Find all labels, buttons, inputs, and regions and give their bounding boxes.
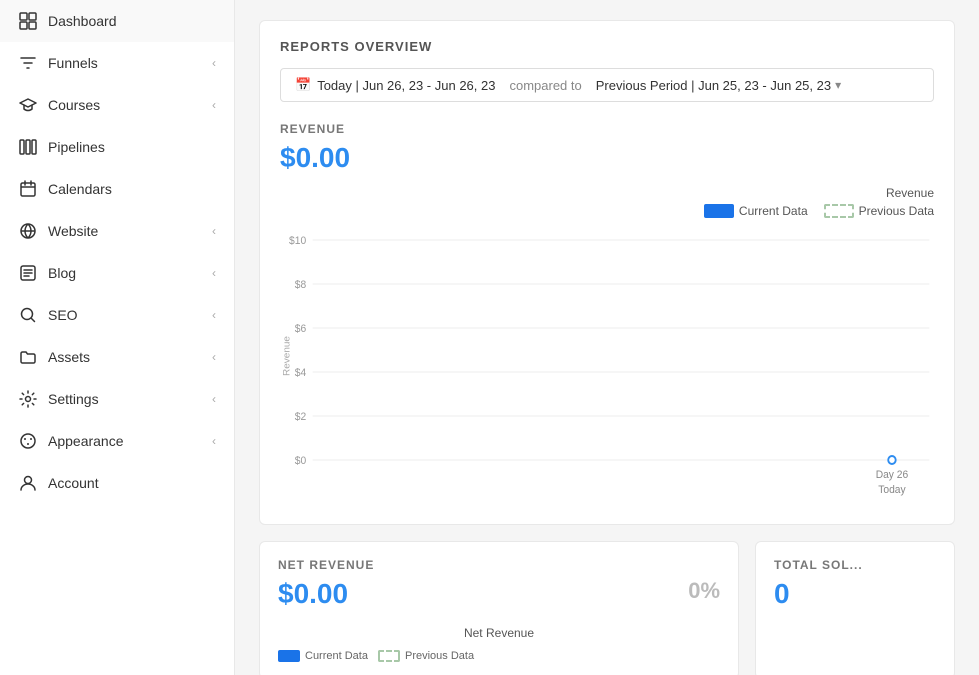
sidebar-item-appearance[interactable]: Appearance ‹: [0, 420, 234, 462]
reports-overview-card: REPORTS OVERVIEW 📅 Today | Jun 26, 23 - …: [259, 20, 955, 525]
chevron-icon: ‹: [212, 98, 216, 112]
compared-to-label: compared to: [509, 78, 581, 93]
svg-text:Revenue: Revenue: [282, 336, 293, 376]
period-select-button[interactable]: Previous Period | Jun 25, 23 - Jun 25, 2…: [596, 78, 841, 93]
mini-legend: Current Data Previous Data: [278, 650, 720, 662]
sidebar-item-label: Appearance: [48, 433, 124, 449]
sidebar-item-label: Website: [48, 223, 98, 239]
grid-icon: [18, 11, 38, 31]
svg-text:$10: $10: [289, 235, 306, 247]
svg-text:$8: $8: [295, 279, 306, 291]
sidebar-item-website[interactable]: Website ‹: [0, 210, 234, 252]
bottom-row: NET REVENUE $0.00 0% Net Revenue Current…: [259, 541, 955, 675]
legend-current: Current Data: [704, 204, 808, 218]
sidebar: Dashboard Funnels ‹ Courses ‹: [0, 0, 235, 675]
total-sold-card: TOTAL SOL... 0: [755, 541, 955, 675]
chevron-icon: ‹: [212, 434, 216, 448]
main-content: REPORTS OVERVIEW 📅 Today | Jun 26, 23 - …: [235, 0, 979, 675]
sidebar-item-label: Calendars: [48, 181, 112, 197]
data-point: [888, 456, 895, 464]
sidebar-item-seo[interactable]: SEO ‹: [0, 294, 234, 336]
search-icon: [18, 305, 38, 325]
chart-label: Revenue: [280, 186, 934, 200]
legend-current-label: Current Data: [739, 204, 808, 218]
mini-current-label: Current Data: [305, 650, 368, 662]
mini-solid-box: [278, 650, 300, 662]
folder-icon: [18, 347, 38, 367]
revenue-section: REVENUE $0.00 Revenue Current Data Previ…: [280, 122, 934, 506]
sidebar-item-label: Account: [48, 475, 99, 491]
sidebar-item-label: Blog: [48, 265, 76, 281]
chevron-icon: ‹: [212, 266, 216, 280]
svg-text:$4: $4: [295, 367, 306, 379]
chevron-icon: ‹: [212, 392, 216, 406]
sidebar-item-label: Courses: [48, 97, 100, 113]
mini-dashed-box: [378, 650, 400, 662]
svg-text:Day 26: Day 26: [876, 469, 909, 481]
legend-solid-box: [704, 204, 734, 218]
pipelines-icon: [18, 137, 38, 157]
chart-svg: $10 $8 $6 $4 $2 $0 Revenue: [280, 226, 934, 506]
sidebar-item-label: Assets: [48, 349, 90, 365]
gear-icon: [18, 389, 38, 409]
filter-icon: [18, 53, 38, 73]
legend-previous-label: Previous Data: [859, 204, 934, 218]
date-range-button[interactable]: 📅 Today | Jun 26, 23 - Jun 26, 23: [295, 77, 495, 93]
svg-text:$2: $2: [295, 411, 306, 423]
revenue-value: $0.00: [280, 142, 934, 174]
calendar-icon: [18, 179, 38, 199]
mini-legend-current: Current Data: [278, 650, 368, 662]
chevron-icon: ‹: [212, 350, 216, 364]
dropdown-arrow-icon: ▾: [835, 78, 841, 92]
blog-icon: [18, 263, 38, 283]
chevron-icon: ‹: [212, 56, 216, 70]
sidebar-item-blog[interactable]: Blog ‹: [0, 252, 234, 294]
mini-legend-previous: Previous Data: [378, 650, 474, 662]
sidebar-item-funnels[interactable]: Funnels ‹: [0, 42, 234, 84]
net-revenue-card: NET REVENUE $0.00 0% Net Revenue Current…: [259, 541, 739, 675]
legend-previous: Previous Data: [824, 204, 934, 218]
sidebar-item-assets[interactable]: Assets ‹: [0, 336, 234, 378]
sidebar-item-label: Settings: [48, 391, 99, 407]
mini-previous-label: Previous Data: [405, 650, 474, 662]
date-filter-bar: 📅 Today | Jun 26, 23 - Jun 26, 23 compar…: [280, 68, 934, 102]
sidebar-item-calendars[interactable]: Calendars: [0, 168, 234, 210]
graduation-icon: [18, 95, 38, 115]
reports-title: REPORTS OVERVIEW: [280, 39, 934, 54]
svg-text:$6: $6: [295, 323, 306, 335]
sidebar-item-dashboard[interactable]: Dashboard: [0, 0, 234, 42]
palette-icon: [18, 431, 38, 451]
total-sold-value: 0: [774, 578, 936, 610]
net-revenue-chart-label: Net Revenue: [278, 626, 720, 640]
chart-legend: Current Data Previous Data: [280, 204, 934, 218]
svg-text:Today: Today: [878, 484, 906, 496]
sidebar-item-settings[interactable]: Settings ‹: [0, 378, 234, 420]
net-revenue-value: $0.00: [278, 578, 348, 610]
total-sold-title: TOTAL SOL...: [774, 558, 936, 572]
chevron-icon: ‹: [212, 308, 216, 322]
legend-dashed-box: [824, 204, 854, 218]
sidebar-item-pipelines[interactable]: Pipelines: [0, 126, 234, 168]
globe-icon: [18, 221, 38, 241]
user-icon: [18, 473, 38, 493]
date-range-label: Today | Jun 26, 23 - Jun 26, 23: [317, 78, 495, 93]
net-revenue-title: NET REVENUE: [278, 558, 720, 572]
sidebar-item-label: Dashboard: [48, 13, 117, 29]
revenue-chart: $10 $8 $6 $4 $2 $0 Revenue: [280, 226, 934, 506]
sidebar-item-label: Funnels: [48, 55, 98, 71]
svg-text:$0: $0: [295, 455, 306, 467]
net-revenue-percent: 0%: [688, 578, 720, 604]
sidebar-item-label: Pipelines: [48, 139, 105, 155]
sidebar-item-account[interactable]: Account: [0, 462, 234, 504]
sidebar-item-courses[interactable]: Courses ‹: [0, 84, 234, 126]
revenue-title: REVENUE: [280, 122, 934, 136]
chevron-icon: ‹: [212, 224, 216, 238]
sidebar-item-label: SEO: [48, 307, 78, 323]
period-label: Previous Period | Jun 25, 23 - Jun 25, 2…: [596, 78, 831, 93]
calendar-icon: 📅: [295, 77, 311, 93]
